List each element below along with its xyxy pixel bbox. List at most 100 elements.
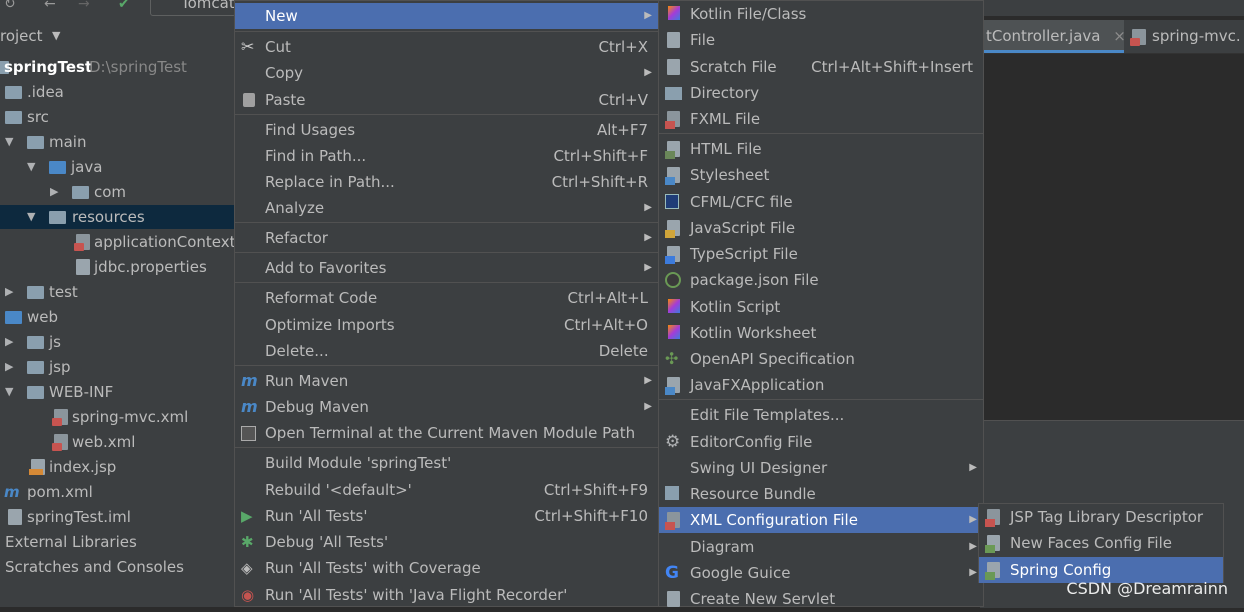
menu-item-openapi[interactable]: ✣ OpenAPI Specification (659, 346, 983, 372)
menu-item-cut[interactable]: ✂ Cut Ctrl+X (235, 34, 658, 60)
menu-item-create-new-servlet[interactable]: Create New Servlet (659, 586, 983, 612)
openapi-icon: ✣ (665, 349, 679, 368)
run-config-label: Tomcat (181, 0, 235, 12)
menu-item-directory[interactable]: Directory (659, 80, 983, 106)
run-config-selector[interactable]: Tomcat (150, 0, 236, 16)
menu-separator (659, 133, 983, 134)
menu-item-javascript-file[interactable]: JavaScript File (659, 215, 983, 241)
expand-arrow-icon[interactable]: ▼ (5, 130, 17, 154)
menu-item-optimize-imports[interactable]: Optimize Imports Ctrl+Alt+O (235, 312, 658, 338)
package-icon (72, 186, 89, 199)
menu-item-shortcut: Ctrl+Shift+F (553, 147, 648, 165)
submenu-arrow-icon: ▶ (969, 541, 977, 552)
menu-item-stylesheet[interactable]: Stylesheet (659, 162, 983, 188)
menu-item-label: JavaScript File (690, 219, 796, 237)
resources-folder-icon (49, 211, 66, 224)
folder-icon (27, 361, 44, 374)
menu-item-html-file[interactable]: HTML File (659, 136, 983, 162)
tab-label: tController.java (986, 27, 1101, 45)
menu-item-file[interactable]: File (659, 27, 983, 53)
collapsed-arrow-icon[interactable]: ▶ (5, 355, 17, 379)
submenu-arrow-icon: ▶ (969, 514, 977, 525)
menu-item-scratch-file[interactable]: Scratch File Ctrl+Alt+Shift+Insert (659, 54, 983, 80)
menu-item-debug-all-tests[interactable]: ✱ Debug 'All Tests' (235, 529, 658, 555)
expand-arrow-icon[interactable]: ▼ (27, 155, 39, 179)
menu-item-build-module[interactable]: Build Module 'springTest' (235, 450, 658, 476)
menu-item-jsp-tag-library[interactable]: JSP Tag Library Descriptor (979, 504, 1223, 530)
menu-item-edit-file-templates[interactable]: Edit File Templates... (659, 402, 983, 428)
expand-arrow-icon[interactable]: ▼ (27, 205, 39, 229)
project-view-selector[interactable]: roject ▼ (0, 24, 60, 48)
typescript-file-icon (665, 246, 680, 264)
menu-item-debug-maven[interactable]: m Debug Maven ▶ (235, 394, 658, 420)
menu-item-javafx-application[interactable]: JavaFXApplication (659, 372, 983, 398)
submenu-arrow-icon: ▶ (644, 10, 652, 21)
jsf-file-icon (985, 535, 1000, 553)
tree-item-label: External Libraries (5, 533, 137, 551)
menu-item-shortcut: Alt+F7 (596, 121, 648, 139)
back-icon[interactable]: ← (44, 0, 60, 12)
folder-icon (5, 111, 22, 124)
menu-item-new[interactable]: New ▶ (235, 3, 658, 29)
folder-icon (27, 386, 44, 399)
menu-item-run-with-coverage[interactable]: ◈ Run 'All Tests' with Coverage (235, 555, 658, 581)
tab-spring-mvc-xml[interactable]: spring-mvc. (1128, 20, 1241, 53)
tab-label: spring-mvc. (1152, 27, 1241, 45)
menu-item-editorconfig[interactable]: ⚙ EditorConfig File (659, 429, 983, 455)
menu-item-find-in-path[interactable]: Find in Path... Ctrl+Shift+F (235, 143, 658, 169)
forward-icon[interactable]: → (78, 0, 94, 12)
menu-item-new-faces-config[interactable]: New Faces Config File (979, 530, 1223, 556)
menu-item-typescript-file[interactable]: TypeScript File (659, 241, 983, 267)
menu-item-run-with-jfr[interactable]: ◉ Run 'All Tests' with 'Java Flight Reco… (235, 582, 658, 608)
menu-item-label: Copy (265, 64, 304, 82)
menu-item-label: Kotlin Script (690, 298, 781, 316)
menu-item-label: Build Module 'springTest' (265, 454, 452, 472)
menu-item-kotlin-script[interactable]: Kotlin Script (659, 294, 983, 320)
tab-controller-java[interactable]: tController.java × (980, 20, 1126, 53)
tree-item-resources[interactable]: ▼ resources (0, 205, 235, 229)
menu-item-package-json[interactable]: package.json File (659, 267, 983, 293)
collapsed-arrow-icon[interactable]: ▶ (5, 330, 17, 354)
menu-item-label: File (690, 31, 716, 49)
menu-item-kotlin-worksheet[interactable]: Kotlin Worksheet (659, 320, 983, 346)
menu-item-diagram[interactable]: Diagram ▶ (659, 534, 983, 560)
menu-item-kotlin-file[interactable]: Kotlin File/Class (659, 1, 983, 27)
menu-item-rebuild[interactable]: Rebuild '<default>' Ctrl+Shift+F9 (235, 477, 658, 503)
submenu-arrow-icon: ▶ (644, 67, 652, 78)
close-icon[interactable]: × (1113, 27, 1126, 45)
menu-item-label: TypeScript File (690, 245, 798, 263)
collapsed-arrow-icon[interactable]: ▶ (5, 280, 17, 304)
menu-item-resource-bundle[interactable]: Resource Bundle (659, 481, 983, 507)
menu-item-google-guice[interactable]: G Google Guice ▶ (659, 560, 983, 586)
tree-item-label: Scratches and Consoles (5, 558, 184, 576)
menu-item-find-usages[interactable]: Find Usages Alt+F7 (235, 117, 658, 143)
jsp-file-icon (29, 459, 45, 475)
tree-item-label: jdbc.properties (94, 258, 207, 276)
menu-item-reformat-code[interactable]: Reformat Code Ctrl+Alt+L (235, 285, 658, 311)
expand-arrow-icon[interactable]: ▼ (5, 380, 17, 404)
menu-item-add-to-favorites[interactable]: Add to Favorites ▶ (235, 255, 658, 281)
build-hammer-icon[interactable]: ✔ (118, 0, 134, 12)
xml-file-icon (665, 512, 680, 530)
tree-item-label: js (49, 333, 61, 351)
menu-item-replace-in-path[interactable]: Replace in Path... Ctrl+Shift+R (235, 169, 658, 195)
menu-item-copy[interactable]: Copy ▶ (235, 60, 658, 86)
menu-item-open-terminal[interactable]: Open Terminal at the Current Maven Modul… (235, 420, 658, 446)
menu-item-paste[interactable]: Paste Ctrl+V (235, 87, 658, 113)
menu-item-shortcut: Ctrl+Shift+R (551, 173, 648, 191)
menu-item-xml-configuration-file[interactable]: XML Configuration File ▶ (659, 507, 983, 533)
menu-item-shortcut: Ctrl+Alt+O (564, 316, 648, 334)
sync-icon[interactable]: ↻ (4, 0, 20, 12)
menu-item-refactor[interactable]: Refactor ▶ (235, 225, 658, 251)
menu-item-analyze[interactable]: Analyze ▶ (235, 195, 658, 221)
tree-item-label: web (27, 308, 59, 326)
gear-icon: ⚙ (665, 432, 681, 452)
menu-item-swing-ui-designer[interactable]: Swing UI Designer ▶ (659, 455, 983, 481)
menu-item-fxml-file[interactable]: FXML File (659, 106, 983, 132)
menu-item-run-maven[interactable]: m Run Maven ▶ (235, 368, 658, 394)
menu-item-cfml-file[interactable]: CFML/CFC file (659, 189, 983, 215)
menu-item-run-all-tests[interactable]: ▶ Run 'All Tests' Ctrl+Shift+F10 (235, 503, 658, 529)
chevron-down-icon: ▼ (52, 29, 61, 42)
collapsed-arrow-icon[interactable]: ▶ (50, 180, 62, 204)
menu-item-delete[interactable]: Delete... Delete (235, 338, 658, 364)
